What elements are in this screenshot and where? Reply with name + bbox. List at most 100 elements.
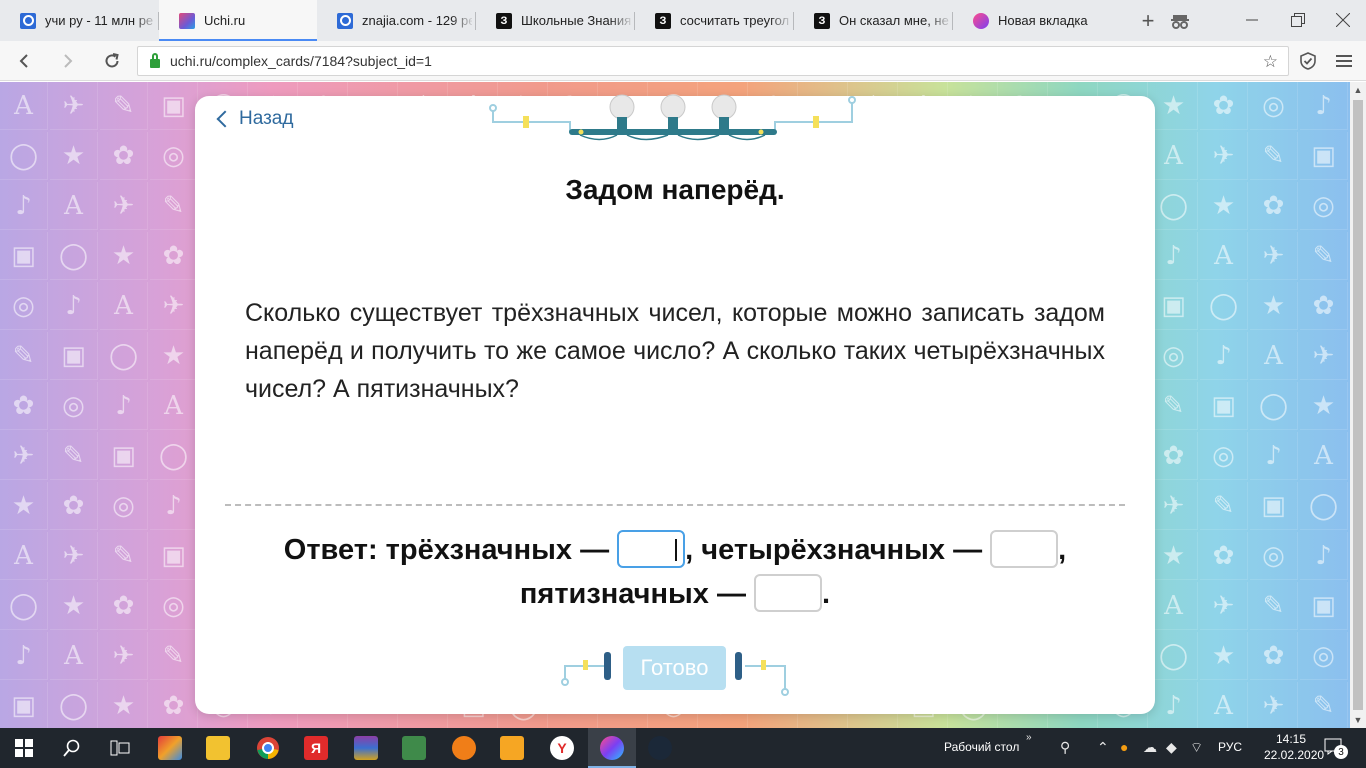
target-icon: ◎ [150,582,198,630]
system-clock[interactable]: 14:15 22.02.2020 [1264,731,1325,763]
onedrive-cloud-icon[interactable]: ☁ [1143,739,1157,756]
desktop-toolbar-label[interactable]: Рабочий стол [944,740,1019,754]
music-icon: ♪ [1300,82,1348,130]
bookmark-star-icon[interactable]: ☆ [1263,52,1278,72]
restore-window-icon[interactable] [1275,0,1321,40]
network-icon[interactable]: ⌔ [1190,739,1203,757]
tray-expand-chevron-icon[interactable]: ⌃ [1097,739,1109,756]
pencil-icon: ✎ [1250,582,1298,630]
pencil-icon: ✎ [1300,232,1348,280]
address-bar[interactable]: uchi.ru/complex_cards/7184?subject_id=1 … [137,46,1289,76]
vertical-scrollbar[interactable]: ▲ ▼ [1350,82,1366,728]
letter-a-icon: A [1150,132,1198,180]
new-tab-plus-icon[interactable]: + [1134,7,1162,35]
task-title: Задом наперёд. [565,174,785,205]
target-icon: ◎ [1300,632,1348,680]
file-explorer-icon[interactable] [194,728,242,768]
circle-icon: ◯ [1250,382,1298,430]
scrollbar-thumb[interactable] [1353,100,1363,710]
tab-on-skazal[interactable]: З Он сказал мне, не г [794,0,952,41]
answer-input-three-digit[interactable] [617,530,686,569]
notification-center-icon[interactable]: 3 [1324,737,1348,759]
circle-icon: ◯ [1300,482,1348,530]
pencil-icon: ✎ [150,632,198,680]
circle-icon: ◯ [50,682,98,728]
music-icon: ♪ [0,632,48,680]
yandex-browser-icon[interactable]: Y [538,728,586,768]
flower-icon: ✿ [1200,82,1248,130]
answer-input-four-digit[interactable] [990,530,1059,569]
target-icon: ◎ [50,382,98,430]
search-icon[interactable] [48,728,96,768]
music-icon: ♪ [0,182,48,230]
letter-a-icon: A [50,182,98,230]
plane-icon: ✈ [1250,682,1298,728]
avast-icon[interactable] [440,728,488,768]
pencil-icon: ✎ [0,332,48,380]
plane-icon: ✈ [1200,582,1248,630]
tab-shkolnye-znaniya[interactable]: З Школьные Знания. [476,0,634,41]
tab-uchi-search[interactable]: учи ру - 11 млн ре [0,0,158,41]
flower-icon: ✿ [150,232,198,280]
language-indicator[interactable]: РУС [1218,740,1242,754]
incognito-icon[interactable] [1166,7,1194,35]
uc-browser-icon[interactable] [488,728,536,768]
back-arrow-icon[interactable] [10,47,38,75]
letter-a-icon: A [1200,232,1248,280]
answer-input-five-digit[interactable] [754,574,823,613]
target-icon: ◎ [100,482,148,530]
music-icon: ♪ [100,382,148,430]
lamp-garland-decoration [489,94,856,141]
flower-icon: ✿ [1150,432,1198,480]
menu-hamburger-icon[interactable] [1330,47,1358,75]
done-button[interactable]: Готово [623,646,726,690]
flower-icon: ✿ [1200,532,1248,580]
pencil-icon: ✎ [100,82,148,130]
chevron-up-small-icon[interactable]: » [1026,732,1032,743]
star-icon: ★ [1150,82,1198,130]
tab-uchi-ru[interactable]: Uchi.ru [159,0,317,41]
star-icon: ★ [1150,532,1198,580]
forward-arrow-icon[interactable] [54,47,82,75]
scroll-down-icon[interactable]: ▼ [1350,712,1366,728]
pencil-icon: ✎ [100,532,148,580]
bag-icon: ▣ [150,532,198,580]
znanija-icon: З [496,12,512,29]
task-view-icon[interactable] [96,728,144,768]
antivirus-tray-icon[interactable]: ● [1120,739,1128,755]
reload-icon[interactable] [98,47,126,75]
bag-icon: ▣ [1300,132,1348,180]
answer-prefix: Ответ: трёхзначных — [283,534,610,566]
bag-icon: ▣ [1200,382,1248,430]
dashed-divider [225,504,1125,506]
tab-new-tab[interactable]: Новая вкладка [953,0,1111,41]
minimize-window-icon[interactable] [1229,0,1275,40]
security-tray-icon[interactable]: ◆ [1166,739,1177,756]
people-icon[interactable]: ⚲ [1060,739,1070,756]
chrome-icon[interactable] [244,728,292,768]
letter-a-icon: A [50,632,98,680]
windows-start-icon[interactable] [0,728,48,768]
yandex-alice-icon[interactable] [588,728,636,768]
app-icon-terminal[interactable] [390,728,438,768]
letter-a-icon: A [0,532,48,580]
tab-soschitat[interactable]: З сосчитать треуголь [635,0,793,41]
yandex-icon[interactable]: Я [292,728,340,768]
app-icon-1[interactable] [146,728,194,768]
circle-icon: ◯ [100,332,148,380]
pencil-icon: ✎ [1200,482,1248,530]
back-link[interactable]: Назад [215,108,293,130]
flower-icon: ✿ [1250,632,1298,680]
tab-znanija-search[interactable]: znajia.com - 129 ре [317,0,475,41]
uchi-icon [179,12,195,29]
steam-icon[interactable] [636,728,684,768]
flower-icon: ✿ [150,682,198,728]
protect-shield-icon[interactable] [1294,47,1322,75]
scroll-up-icon[interactable]: ▲ [1350,82,1366,98]
flower-icon: ✿ [1250,182,1298,230]
circle-icon: ◯ [1150,632,1198,680]
close-window-icon[interactable] [1320,0,1366,40]
answer-mid-label: , четырёхзначных — [685,534,983,566]
winrar-icon[interactable] [342,728,390,768]
clock-date: 22.02.2020 [1264,748,1325,762]
